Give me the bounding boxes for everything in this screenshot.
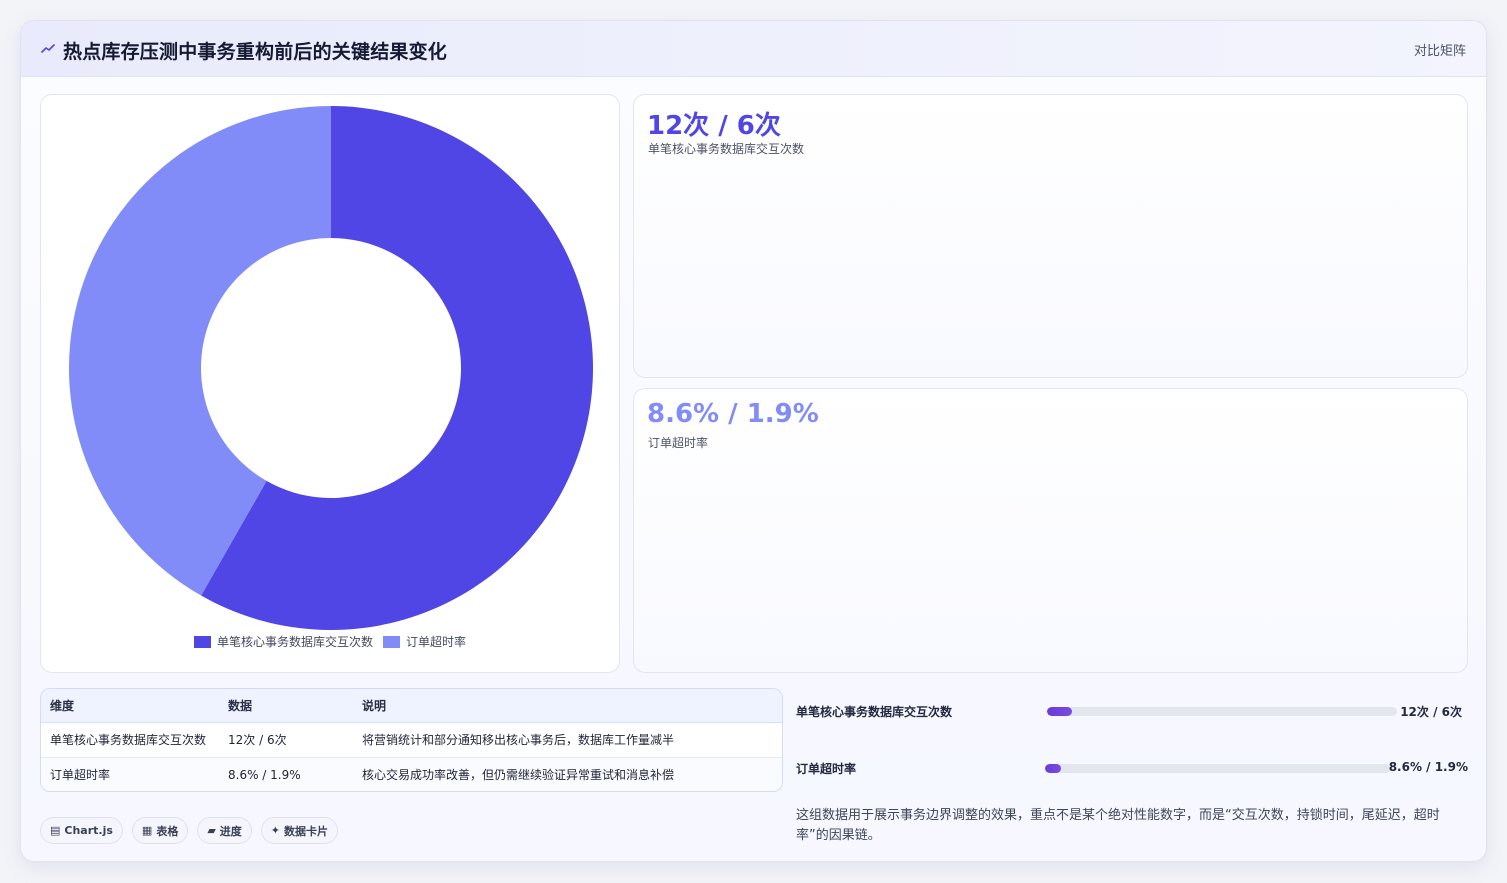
column-header: 说明 (353, 689, 782, 723)
stat-label: 单笔核心事务数据库交互次数 (648, 142, 805, 156)
progress-row-interactions: 单笔核心事务数据库交互次数 12次 / 6次 (796, 701, 1468, 721)
page-title: 热点库存压测中事务重构前后的关键结果变化 (63, 41, 448, 63)
chart-legend: 单笔核心事务数据库交互次数 订单超时率 (41, 633, 619, 650)
stat-value: 12次 / 6次 (647, 111, 781, 141)
table-row: 单笔核心事务数据库交互次数 12次 / 6次 将营销统计和部分通知移出核心事务后… (41, 722, 782, 758)
data-table: 维度 数据 说明 单笔核心事务数据库交互次数 12次 / 6次 将营销统计和部分… (40, 688, 783, 792)
chip-label: 进度 (219, 824, 242, 838)
chip-label: 数据卡片 (284, 824, 329, 838)
progress-value: 8.6% / 1.9% (1388, 760, 1468, 774)
stat-value: 8.6% / 1.9% (647, 399, 819, 429)
comparison-panel: 热点库存压测中事务重构前后的关键结果变化 对比矩阵 单笔核心事务数据库交互次数 … (20, 20, 1487, 862)
chip-chartjs[interactable]: ▤ Chart.js (40, 817, 123, 844)
table-cell: 将营销统计和部分通知移出核心事务后，数据库工作量减半 (353, 722, 782, 758)
table-cell: 单笔核心事务数据库交互次数 (41, 722, 219, 758)
progress-fill (1047, 707, 1072, 716)
chip-table[interactable]: ▦ 表格 (131, 817, 189, 844)
progress-fill (1045, 764, 1061, 773)
table-cell: 核心交易成功率改善，但仍需继续验证异常重试和消息补偿 (353, 757, 782, 791)
sparkle-icon: ✦ (270, 824, 281, 837)
progress-icon: ▰ (207, 824, 216, 837)
trend-line-icon (41, 44, 55, 53)
progress-label: 订单超时率 (796, 762, 857, 776)
panel-header: 热点库存压测中事务重构前后的关键结果变化 对比矩阵 (21, 21, 1486, 77)
legend-label-timeout: 订单超时率 (406, 635, 467, 649)
table-cell: 12次 / 6次 (219, 722, 353, 758)
chart-icon: ▤ (50, 824, 61, 837)
chip-label: 表格 (156, 824, 179, 838)
donut-chart-card: 单笔核心事务数据库交互次数 订单超时率 (40, 94, 620, 673)
legend-label-interactions: 单笔核心事务数据库交互次数 (216, 635, 373, 649)
table-icon: ▦ (141, 824, 153, 837)
table-header-row: 维度 数据 说明 (41, 689, 782, 723)
chip-progress[interactable]: ▰ 进度 (197, 817, 252, 844)
table-cell: 8.6% / 1.9% (219, 757, 353, 791)
progress-row-timeout: 订单超时率 8.6% / 1.9% (796, 758, 1468, 778)
column-header: 维度 (41, 689, 219, 723)
comparison-matrix-link[interactable]: 对比矩阵 (1414, 40, 1466, 59)
stat-label: 订单超时率 (648, 436, 709, 450)
stat-card-interactions: 12次 / 6次 单笔核心事务数据库交互次数 (633, 94, 1468, 378)
chip-data-card[interactable]: ✦ 数据卡片 (260, 817, 339, 844)
legend-swatch-timeout (383, 635, 400, 648)
chip-label: Chart.js (64, 824, 113, 837)
stat-card-timeout: 8.6% / 1.9% 订单超时率 (633, 388, 1468, 673)
progress-track (1047, 707, 1397, 716)
progress-label: 单笔核心事务数据库交互次数 (796, 705, 953, 719)
view-chips: ▤ Chart.js ▦ 表格 ▰ 进度 ✦ 数据卡片 (40, 817, 339, 844)
table-row: 订单超时率 8.6% / 1.9% 核心交易成功率改善，但仍需继续验证异常重试和… (41, 757, 782, 791)
progress-value: 12次 / 6次 (1400, 705, 1462, 719)
legend-swatch-interactions (193, 635, 211, 648)
donut-chart (69, 105, 594, 630)
legend-item-interactions[interactable]: 单笔核心事务数据库交互次数 (193, 633, 373, 650)
progress-track (1045, 764, 1391, 773)
explanation-note: 这组数据用于展示事务边界调整的效果，重点不是某个绝对性能数字，而是“交互次数，持… (796, 808, 1440, 843)
table-cell: 订单超时率 (41, 757, 219, 791)
legend-item-timeout[interactable]: 订单超时率 (383, 633, 466, 650)
column-header: 数据 (219, 689, 353, 723)
